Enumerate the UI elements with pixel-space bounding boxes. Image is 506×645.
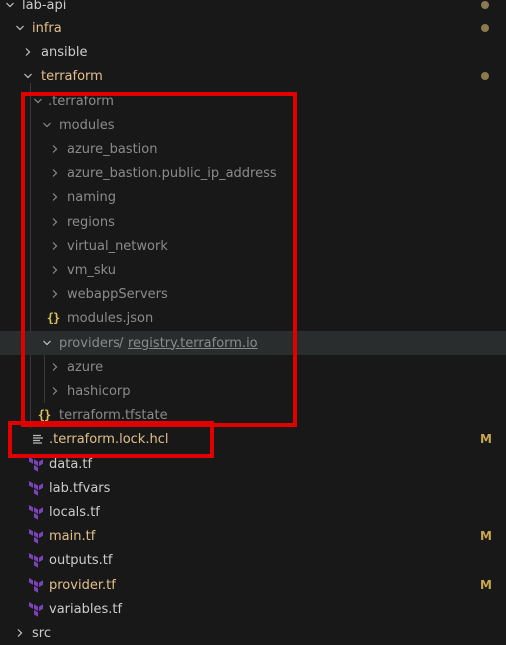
tree-label: src	[32, 625, 51, 641]
tree-label: provider.tf	[49, 577, 116, 593]
tree-label: locals.tf	[49, 504, 100, 520]
tree-folder-ansible[interactable]: ansible	[0, 40, 506, 64]
tree-label: lab-api	[22, 0, 67, 13]
tree-folder-lab-api[interactable]: lab-api	[0, 0, 506, 17]
tree-label: infra	[32, 20, 62, 36]
tree-folder-infra[interactable]: infra	[0, 16, 506, 40]
tree-label: outputs.tf	[49, 552, 113, 568]
chevron-right-icon	[12, 621, 28, 645]
terraform-icon	[28, 524, 44, 548]
tree-file-variables-tf[interactable]: variables.tf	[0, 597, 506, 621]
tree-file-locals-tf[interactable]: locals.tf	[0, 500, 506, 524]
chevron-down-icon	[12, 16, 28, 40]
terraform-icon	[28, 476, 44, 500]
terraform-icon	[28, 500, 44, 524]
modified-dot	[481, 24, 489, 32]
tree-label: ansible	[41, 44, 88, 60]
tree-folder-terraform[interactable]: terraform	[0, 64, 506, 88]
tree-file-provider-tf[interactable]: provider.tf M	[0, 573, 506, 597]
terraform-icon	[28, 597, 44, 621]
terraform-icon	[28, 548, 44, 572]
highlight-box-dot-terraform	[21, 92, 297, 427]
modified-badge: M	[480, 432, 492, 446]
tree-label: terraform	[41, 68, 103, 84]
tree-file-lab-tfvars[interactable]: lab.tfvars	[0, 476, 506, 500]
chevron-down-icon	[2, 0, 18, 17]
tree-label: variables.tf	[49, 601, 123, 617]
tree-file-main-tf[interactable]: main.tf M	[0, 524, 506, 548]
modified-badge: M	[480, 578, 492, 592]
modified-dot	[481, 72, 489, 80]
chevron-right-icon	[20, 40, 36, 64]
chevron-down-icon	[20, 64, 36, 88]
modified-dot	[481, 1, 489, 9]
modified-badge: M	[480, 529, 492, 543]
tree-label: main.tf	[49, 528, 96, 544]
tree-folder-src[interactable]: src	[0, 621, 506, 645]
tree-label: lab.tfvars	[49, 480, 111, 496]
highlight-box-lock-hcl	[8, 421, 214, 458]
tree-label: data.tf	[49, 456, 93, 472]
terraform-icon	[28, 573, 44, 597]
tree-file-outputs-tf[interactable]: outputs.tf	[0, 548, 506, 572]
